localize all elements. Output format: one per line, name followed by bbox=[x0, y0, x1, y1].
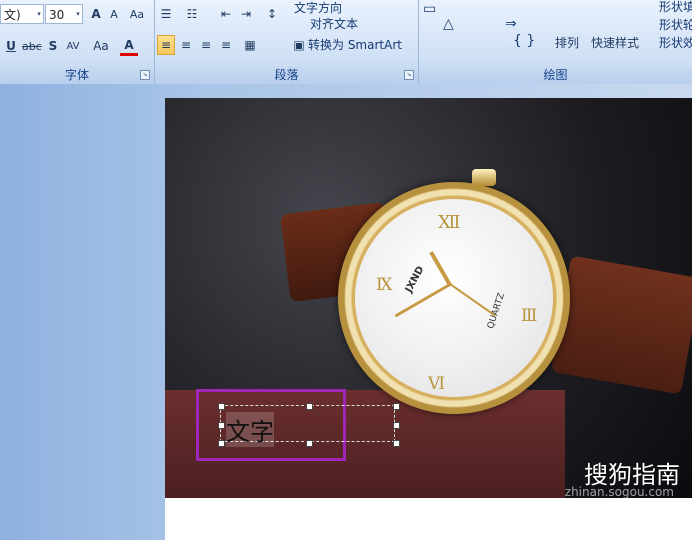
right-strap bbox=[550, 255, 692, 395]
numeral-12: Ⅻ bbox=[438, 212, 461, 233]
resize-handle-bottom-left[interactable] bbox=[218, 440, 225, 447]
resize-handle-bottom-middle[interactable] bbox=[306, 440, 313, 447]
paragraph-group-label: 段落 bbox=[155, 66, 418, 84]
triangle-shape-icon[interactable]: △ bbox=[443, 15, 454, 33]
resize-handle-top-middle[interactable] bbox=[306, 403, 313, 410]
decrease-indent-button[interactable]: ⇤ bbox=[217, 4, 235, 24]
numeral-6: Ⅵ bbox=[428, 374, 446, 394]
slide-text[interactable]: 文字 bbox=[226, 412, 274, 447]
align-left-button[interactable]: ≡ bbox=[157, 35, 175, 55]
rectangle-shape-icon[interactable]: ▭ bbox=[423, 0, 436, 18]
font-color-button[interactable]: A bbox=[120, 36, 138, 56]
resize-handle-right-middle[interactable] bbox=[393, 422, 400, 429]
increase-indent-button[interactable]: ⇥ bbox=[237, 4, 255, 24]
resize-handle-top-right[interactable] bbox=[393, 403, 400, 410]
paragraph-dialog-launcher-icon[interactable]: ↘ bbox=[404, 70, 414, 80]
font-name-dropdown-icon[interactable]: ▾ bbox=[35, 10, 43, 18]
font-dialog-launcher-icon[interactable]: ↘ bbox=[140, 70, 150, 80]
resize-handle-top-left[interactable] bbox=[218, 403, 225, 410]
shape-outline-label[interactable]: 形状轮 bbox=[659, 16, 692, 33]
numeral-9: Ⅸ bbox=[376, 275, 393, 295]
font-group-label: 字体 bbox=[0, 66, 154, 84]
character-spacing-button[interactable]: AV bbox=[64, 36, 82, 56]
shrink-font-button[interactable]: A bbox=[105, 4, 123, 24]
font-group: 文) ▾ 30 ▾ A A Aa U abc S AV Aa A 字体 ↘ bbox=[0, 0, 155, 84]
smartart-icon[interactable]: ▣ bbox=[290, 35, 308, 55]
shape-fill-label[interactable]: 形状填 bbox=[659, 0, 692, 15]
shape-effects-label[interactable]: 形状效 bbox=[659, 34, 692, 51]
paragraph-group: ☰ ☷ ⇤ ⇥ ↕ 文字方向 对齐文本 转换为 SmartArt ≡ ≡ ≡ ≡… bbox=[155, 0, 419, 84]
resize-handle-bottom-right[interactable] bbox=[393, 440, 400, 447]
align-right-button[interactable]: ≡ bbox=[197, 35, 215, 55]
arrow-shape-icon[interactable]: ⇒ bbox=[505, 15, 517, 33]
drawing-group: ▭ △ ⇒ { } 排列 快速样式 形状填 形状轮 形状效 绘图 bbox=[419, 0, 692, 84]
numbering-button[interactable]: ☷ bbox=[183, 4, 201, 24]
grow-font-button[interactable]: A bbox=[87, 4, 105, 24]
strikethrough-button[interactable]: abc bbox=[22, 36, 42, 56]
quick-styles-button[interactable]: 快速样式 bbox=[591, 32, 639, 52]
text-direction-label[interactable]: 文字方向 bbox=[294, 0, 342, 16]
resize-handle-left-middle[interactable] bbox=[218, 422, 225, 429]
bullets-button[interactable]: ☰ bbox=[157, 4, 175, 24]
smartart-label[interactable]: 转换为 SmartArt bbox=[308, 36, 402, 53]
justify-button[interactable]: ≡ bbox=[217, 35, 235, 55]
shapes-gallery[interactable]: ▭ △ ⇒ { } bbox=[423, 0, 543, 52]
font-size-dropdown-icon[interactable]: ▾ bbox=[74, 10, 82, 18]
sogou-watermark-url: zhinan.sogou.com bbox=[564, 485, 674, 498]
change-case-button[interactable]: Aa bbox=[92, 36, 110, 56]
underline-button[interactable]: U bbox=[2, 36, 20, 56]
numeral-3: Ⅲ bbox=[521, 306, 538, 326]
align-text-label[interactable]: 对齐文本 bbox=[310, 15, 358, 32]
shadow-button[interactable]: S bbox=[44, 36, 62, 56]
arrange-button[interactable]: 排列 bbox=[555, 32, 579, 52]
drawing-group-label: 绘图 bbox=[419, 66, 692, 84]
align-center-button[interactable]: ≡ bbox=[177, 35, 195, 55]
slide-canvas[interactable]: Ⅻ Ⅲ Ⅵ Ⅸ JXND QUARTZ 搜狗指南 zhinan.sogou.co… bbox=[165, 98, 692, 540]
ribbon: 文) ▾ 30 ▾ A A Aa U abc S AV Aa A 字体 ↘ ☰ … bbox=[0, 0, 692, 85]
watch-crown bbox=[472, 169, 496, 186]
line-spacing-button[interactable]: ↕ bbox=[263, 4, 281, 24]
brace-shape-icon[interactable]: { } bbox=[513, 32, 535, 50]
columns-button[interactable]: ▦ bbox=[241, 35, 259, 55]
clear-format-button[interactable]: Aa bbox=[128, 4, 146, 24]
